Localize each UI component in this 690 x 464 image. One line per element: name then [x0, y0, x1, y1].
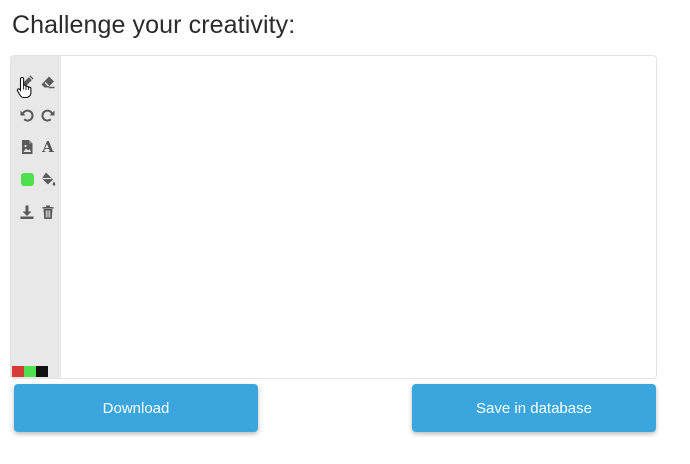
- insert-image-button[interactable]: [17, 137, 37, 157]
- font-icon: A: [42, 138, 54, 156]
- palette-swatch-red[interactable]: [12, 366, 24, 377]
- redo-button[interactable]: [38, 105, 58, 125]
- palette-swatch-black[interactable]: [36, 366, 48, 377]
- active-color-swatch: [20, 172, 34, 186]
- page-title: Challenge your creativity:: [12, 11, 296, 39]
- drawing-canvas[interactable]: [61, 56, 656, 378]
- clear-canvas-button[interactable]: [38, 202, 58, 222]
- fill-bucket-icon: [42, 172, 56, 186]
- eraser-tool-button[interactable]: [38, 72, 58, 92]
- undo-button[interactable]: [17, 105, 37, 125]
- color-palette: [12, 366, 48, 377]
- color-picker-button[interactable]: [17, 169, 37, 189]
- pencil-tool-button[interactable]: [17, 72, 37, 92]
- fill-tool-button[interactable]: [38, 169, 58, 189]
- redo-icon: [41, 109, 55, 122]
- download-button[interactable]: Download: [14, 384, 258, 432]
- text-tool-button[interactable]: A: [38, 137, 58, 157]
- save-in-database-button[interactable]: Save in database: [412, 384, 656, 432]
- palette-swatch-green[interactable]: [24, 366, 36, 377]
- toolbar: A: [11, 56, 61, 378]
- eraser-icon: [41, 76, 55, 89]
- save-image-button[interactable]: [17, 202, 37, 222]
- image-file-icon: [22, 140, 33, 154]
- trash-icon: [42, 205, 54, 219]
- download-icon: [20, 205, 34, 219]
- pencil-icon: [21, 75, 34, 88]
- undo-icon: [20, 109, 34, 122]
- drawing-board: A: [10, 55, 657, 379]
